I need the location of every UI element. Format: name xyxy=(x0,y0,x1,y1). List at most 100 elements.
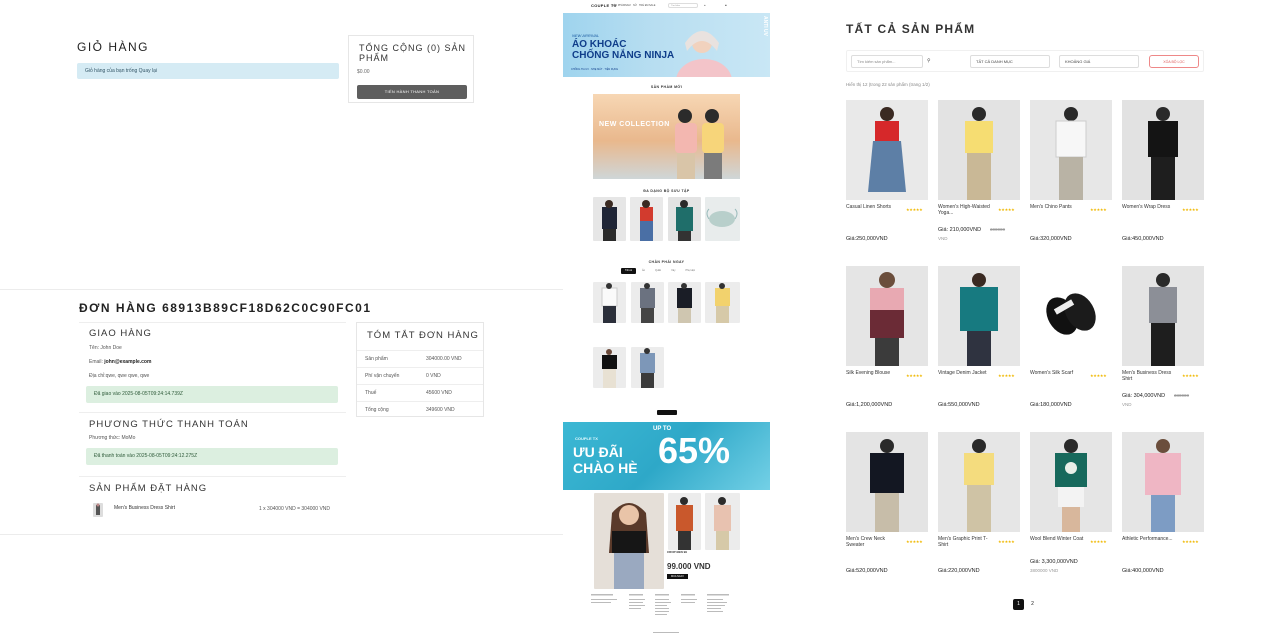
all-products-page: TẤT CẢ SẢN PHẨM Tìm kiếm sản phẩm... ⚲ T… xyxy=(770,0,1280,640)
deal-name: CROP ĐEN 99 xyxy=(667,550,687,554)
new-collection-banner[interactable]: NEW COLLECTION xyxy=(593,94,740,179)
product-card[interactable]: Casual Linen Shorts ★★★★★ Giá:250,000VND xyxy=(846,100,928,242)
summer-promo-banner[interactable]: COUPLE TX ƯU ĐÃI CHÀO HÈ UP TO 65% xyxy=(563,422,770,490)
search-icon[interactable]: ⚲ xyxy=(927,58,931,64)
product-name[interactable]: Men's Chino Pants xyxy=(1030,204,1085,211)
product-image[interactable] xyxy=(938,432,1020,532)
product-image[interactable] xyxy=(938,266,1020,366)
hero-banner[interactable]: NEW ARRIVAL ÁO KHOÁC CHỐNG NẮNG NINJA CH… xyxy=(563,13,770,77)
product-name[interactable]: Silk Evening Blouse xyxy=(846,370,901,377)
product-card[interactable]: Men's Business Dress Shirt ★★★★★ Giá: 30… xyxy=(1122,266,1204,407)
product-image[interactable] xyxy=(1030,432,1112,532)
mini-product-card[interactable] xyxy=(593,347,626,388)
ordered-items-title: SẢN PHẨM ĐẶT HÀNG xyxy=(89,483,208,494)
nav-link[interactable]: NAM xyxy=(625,4,631,7)
deal-buy-button[interactable]: MUA NGAY xyxy=(667,574,689,579)
product-name[interactable]: Casual Linen Shorts xyxy=(846,204,901,211)
account-icon[interactable]: ● xyxy=(704,4,706,7)
top-nav: COUPLE TX SẢN PHẨM NAM NỮ TRẺ EM SALE Tì… xyxy=(563,2,770,10)
nav-search-input[interactable]: Tìm kiếm xyxy=(668,3,698,8)
checkout-button[interactable]: TIẾN HÀNH THANH TOÁN xyxy=(357,85,467,99)
deal-product-thumb[interactable] xyxy=(705,493,740,550)
mini-product-card[interactable] xyxy=(631,347,664,388)
product-card[interactable]: Men's Crew Neck Sweater ★★★★★ Giá:520,00… xyxy=(846,432,928,574)
order-item-thumbnail[interactable] xyxy=(93,503,103,517)
product-name[interactable]: Women's Silk Scarf xyxy=(1030,370,1085,377)
product-card[interactable]: Men's Graphic Print T-Shirt ★★★★★ Giá:22… xyxy=(938,432,1020,574)
tab-all[interactable]: Tất cả xyxy=(621,268,636,274)
product-image[interactable] xyxy=(1122,432,1204,532)
collection-models-image xyxy=(675,109,724,179)
new-products-heading: SẢN PHẨM MỚI xyxy=(650,85,683,89)
store-home-preview: COUPLE TX SẢN PHẨM NAM NỮ TRẺ EM SALE Tì… xyxy=(563,2,770,640)
filter-bar: Tìm kiếm sản phẩm... ⚲ TẤT CẢ DANH MỤC K… xyxy=(846,50,1204,72)
tab-tops[interactable]: Áo xyxy=(638,268,649,274)
product-card[interactable]: Wool Blend Winter Coat ★★★★★ Giá: 3,300,… xyxy=(1030,432,1112,573)
product-name[interactable]: Women's High-Waisted Yoga... xyxy=(938,204,993,216)
rating-stars: ★★★★★ xyxy=(1182,373,1199,378)
collection-thumb[interactable] xyxy=(593,197,626,241)
view-more-button[interactable] xyxy=(657,410,677,415)
collection-thumb[interactable] xyxy=(705,197,740,241)
product-image[interactable] xyxy=(846,100,928,200)
product-name[interactable]: Women's Wrap Dress xyxy=(1122,204,1177,211)
deal-model-image[interactable] xyxy=(594,493,664,589)
new-collection-label: NEW COLLECTION xyxy=(599,121,670,128)
email-value[interactable]: john@example.com xyxy=(104,359,151,365)
product-name[interactable]: Wool Blend Winter Coat xyxy=(1030,536,1085,543)
hot-products-heading: CHÂN PHÁI NGAY xyxy=(648,260,685,264)
product-name[interactable]: Men's Graphic Print T-Shirt xyxy=(938,536,993,548)
price-range-select[interactable]: KHOẢNG GIÁ xyxy=(1059,55,1139,68)
product-image[interactable] xyxy=(1122,100,1204,200)
product-name[interactable]: Athletic Performance... xyxy=(1122,536,1177,543)
page-2-button[interactable]: 2 xyxy=(1027,599,1038,610)
tab-accessories[interactable]: Phụ kiện xyxy=(681,268,699,274)
product-image[interactable] xyxy=(1122,266,1204,366)
page-1-button[interactable]: 1 xyxy=(1013,599,1024,610)
product-image[interactable] xyxy=(1030,266,1112,366)
product-name[interactable]: Vintage Denim Jacket xyxy=(938,370,993,377)
order-item-name[interactable]: Men's Business Dress Shirt xyxy=(114,505,175,511)
hero-side-text: ANTI UV xyxy=(762,16,768,36)
rating-stars: ★★★★★ xyxy=(998,207,1015,212)
tab-dresses[interactable]: Váy xyxy=(667,268,679,274)
product-name[interactable]: Men's Crew Neck Sweater xyxy=(846,536,901,548)
product-card[interactable]: Athletic Performance... ★★★★★ Giá:400,00… xyxy=(1122,432,1204,574)
product-card[interactable]: Men's Chino Pants ★★★★★ Giá:320,000VND xyxy=(1030,100,1112,242)
category-select[interactable]: TẤT CẢ DANH MỤC xyxy=(970,55,1050,68)
nav-link[interactable]: SALE xyxy=(649,4,655,7)
mini-product-card[interactable] xyxy=(593,282,626,323)
product-card[interactable]: Women's High-Waisted Yoga... ★★★★★ Giá: … xyxy=(938,100,1020,241)
product-image[interactable] xyxy=(846,432,928,532)
deal-product-thumb[interactable] xyxy=(668,493,701,550)
product-card[interactable]: Women's Wrap Dress ★★★★★ Giá:450,000VND xyxy=(1122,100,1204,242)
mini-product-card[interactable] xyxy=(668,282,701,323)
product-price: Giá: 3,300,000VND xyxy=(1030,559,1078,565)
cart-icon[interactable]: ■ xyxy=(725,4,727,7)
mini-product-card[interactable] xyxy=(705,282,740,323)
promo-percent: 65% xyxy=(658,430,731,471)
product-card[interactable]: Women's Silk Scarf ★★★★★ Giá:180,000VND xyxy=(1030,266,1112,408)
nav-link[interactable]: NỮ xyxy=(633,4,637,7)
product-image[interactable] xyxy=(846,266,928,366)
tab-pants[interactable]: Quần xyxy=(651,268,665,274)
product-image[interactable] xyxy=(1030,100,1112,200)
nav-link[interactable]: SẢN PHẨM xyxy=(612,4,625,7)
clear-filters-button[interactable]: XÓA BỘ LỌC xyxy=(1149,55,1199,68)
product-card[interactable]: Vintage Denim Jacket ★★★★★ Giá:550,000VN… xyxy=(938,266,1020,408)
mini-product-card[interactable] xyxy=(631,282,664,323)
nav-link[interactable]: TRẺ EM xyxy=(639,4,648,7)
product-card[interactable]: Silk Evening Blouse ★★★★★ Giá:1,200,000V… xyxy=(846,266,928,408)
product-image[interactable] xyxy=(938,100,1020,200)
collection-thumb[interactable] xyxy=(630,197,663,241)
product-name[interactable]: Men's Business Dress Shirt xyxy=(1122,370,1177,382)
product-price: Giá:520,000VND xyxy=(846,568,888,574)
pagination: 12 xyxy=(1013,599,1041,610)
product-search-input[interactable]: Tìm kiếm sản phẩm... xyxy=(851,55,923,68)
rating-stars: ★★★★★ xyxy=(1182,539,1199,544)
collection-thumb[interactable] xyxy=(668,197,701,241)
empty-cart-alert[interactable]: Giỏ hàng của bạn trống Quay lại xyxy=(77,63,339,79)
product-old-price-unit: VND xyxy=(938,236,948,241)
product-price: Giá:250,000VND xyxy=(846,236,888,242)
product-price: Giá:220,000VND xyxy=(938,568,980,574)
